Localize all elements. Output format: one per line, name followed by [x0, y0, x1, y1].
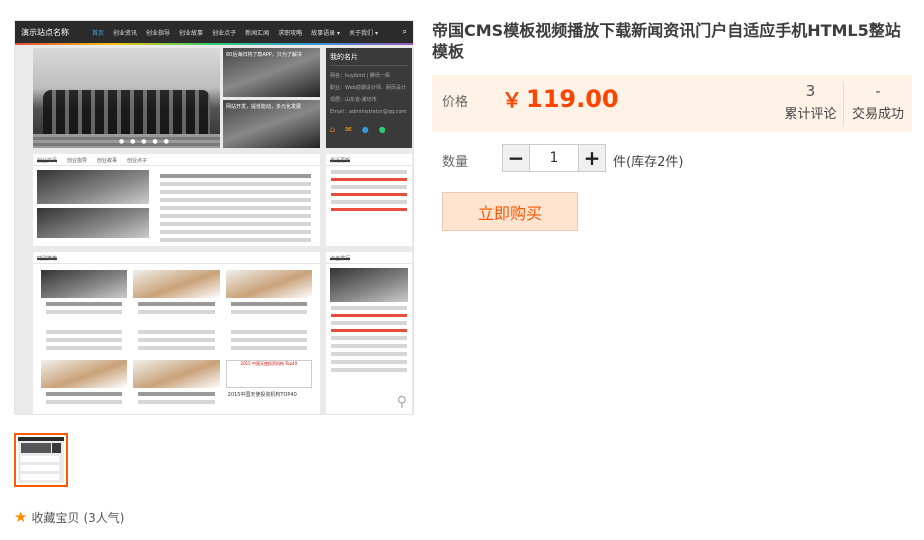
quantity-input[interactable] [530, 144, 578, 172]
preview-nav-item: 创业指导 [146, 29, 171, 37]
preview-nav-item: 创业点子 [212, 29, 237, 37]
preview-side-photo: 网站开发，提低能动，多元化发展 [223, 99, 320, 148]
favorite-link[interactable]: ★ 收藏宝贝 (3人气) [14, 509, 124, 526]
buy-now-button[interactable]: 立即购买 [442, 192, 578, 231]
preview-site-name: 演示站点名称 [21, 27, 69, 37]
preview-featured-box: 特别推荐 2015 中国天使投资机构 Top40 2015中国天使投资机构TOP… [33, 252, 320, 414]
trades-stat: - 交易成功 [850, 82, 906, 122]
price-box: 价格 ￥ 119.00 3 累计评论 - 交易成功 [432, 75, 912, 132]
trades-count: - [875, 82, 881, 100]
favorite-label: 收藏宝贝 [31, 511, 80, 525]
preview-side-photo: 80后海归将了款APP，只为了解决 [223, 48, 320, 97]
quantity-stepper: − + [502, 144, 606, 172]
chat-icon: ● [361, 125, 369, 134]
mail-icon: ✉ [345, 125, 352, 134]
wechat-icon: ● [378, 125, 386, 134]
preview-group-photo: ● ● ● ● ● [33, 48, 220, 148]
star-icon: ★ [14, 508, 28, 526]
zoom-icon[interactable]: ⚲ [397, 394, 407, 410]
favorite-count: (3人气) [83, 511, 125, 525]
price-label: 价格 [442, 95, 469, 110]
reviews-count: 3 [805, 82, 816, 100]
preview-color-strip [15, 43, 413, 45]
preview-card-title: 我的名片 [330, 52, 408, 66]
preview-nav-item: 创业故事 [179, 29, 204, 37]
product-preview-image[interactable]: 演示站点名称 首页 创业资讯 创业指导 创业故事 创业点子 新闻汇闻 求职攻略 … [14, 20, 414, 415]
reviews-stat[interactable]: 3 累计评论 [784, 82, 844, 126]
preview-recent-box: 最近更新 [326, 154, 412, 246]
stock-text: 件(库存2件) [613, 155, 684, 170]
reviews-label: 累计评论 [784, 107, 837, 122]
trades-label: 交易成功 [851, 107, 904, 122]
home-icon: ⌂ [330, 125, 336, 134]
preview-nav-item: 首页 [92, 29, 105, 37]
price-value: ￥ 119.00 [502, 85, 619, 113]
preview-nav-item: 创业资讯 [113, 29, 138, 37]
increase-button[interactable]: + [578, 144, 606, 172]
preview-nav: 演示站点名称 首页 创业资讯 创业指导 创业故事 创业点子 新闻汇闻 求职攻略 … [15, 21, 413, 43]
product-title: 帝国CMS模板视频播放下载新闻资讯门户自适应手机HTML5整站模板 [432, 21, 901, 61]
thumbnail-selected[interactable] [14, 433, 68, 487]
decrease-button[interactable]: − [502, 144, 530, 172]
preview-hot-box: 点击排行 [326, 252, 412, 414]
search-icon: ⌕ [402, 27, 407, 36]
preview-nav-item: 求职攻略 [278, 29, 303, 37]
preview-profile-card: 我的名片 网名：kuyibird | 腾讯一佰 职业：Web前端设计师、网页设计… [326, 48, 412, 148]
preview-banner: ● ● ● ● ● 80后海归将了款APP，只为了解决 网站开发，提低能动，多元… [33, 48, 320, 148]
quantity-label: 数量 [442, 155, 469, 170]
preview-nav-item: 故事语录 ▾ [311, 29, 341, 37]
product-page: 演示站点名称 首页 创业资讯 创业指导 创业故事 创业点子 新闻汇闻 求职攻略 … [0, 0, 924, 540]
preview-nav-item: 关于我们 ▾ [349, 29, 378, 37]
preview-news-box: 创业资讯 创业指导 创业故事 创业点子 [33, 154, 320, 246]
preview-nav-item: 新闻汇闻 [245, 29, 270, 37]
